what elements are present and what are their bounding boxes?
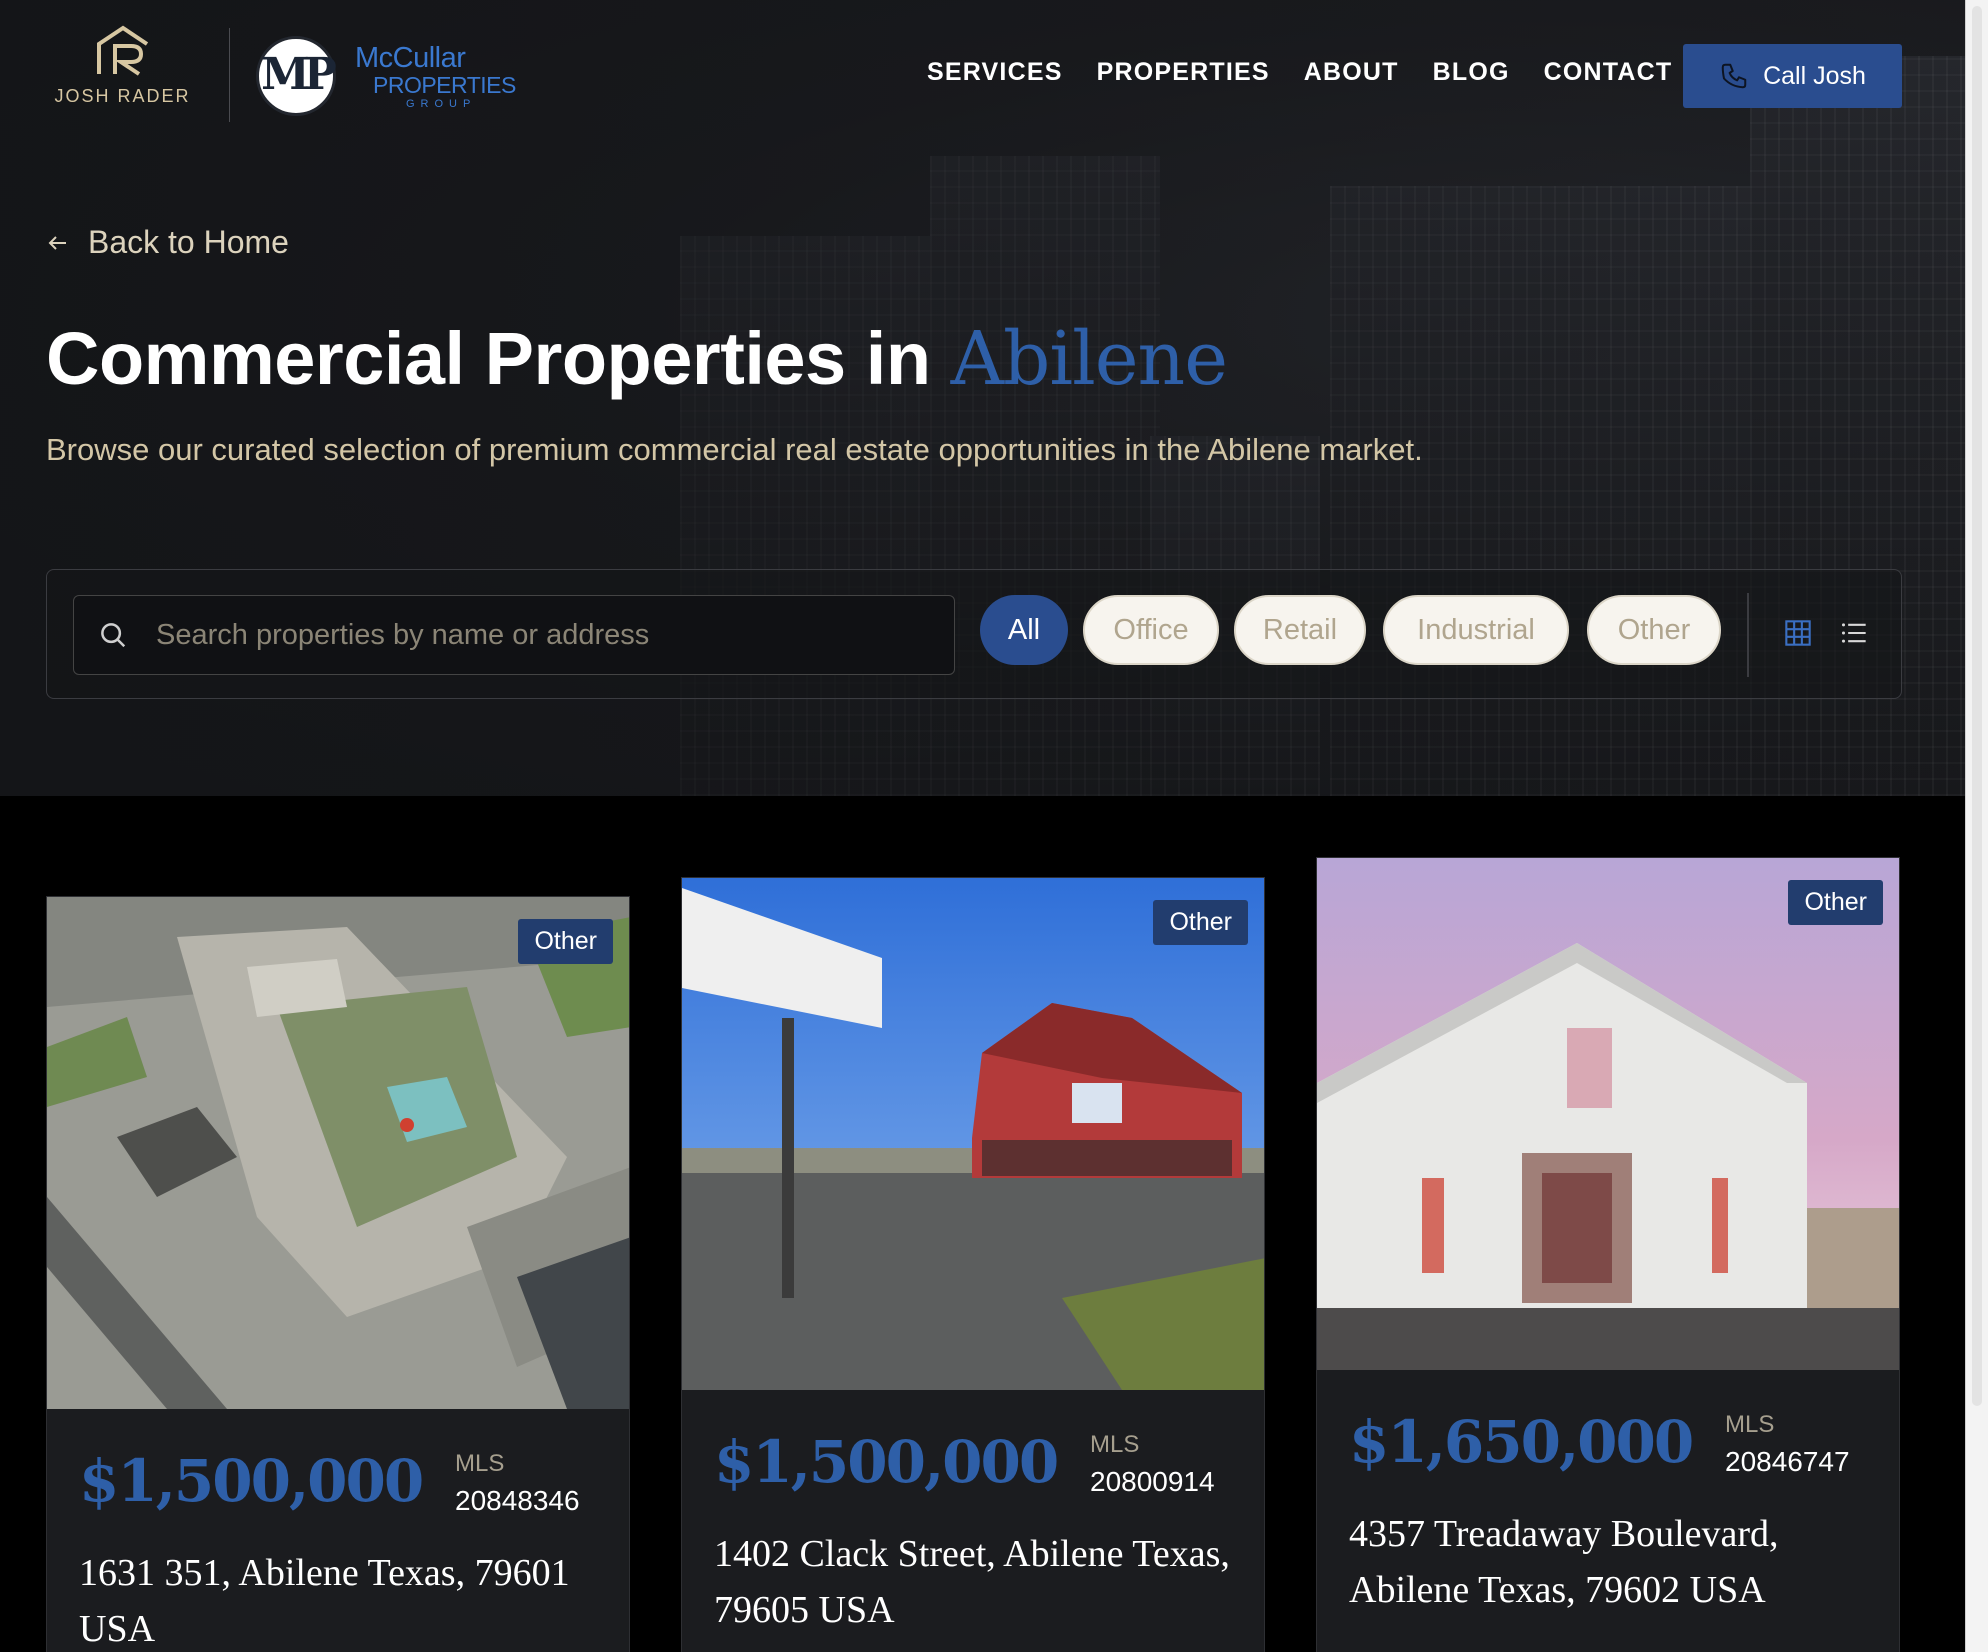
group-wordmark: GROUP <box>406 98 477 110</box>
property-type-badge: Other <box>1788 880 1883 925</box>
mls-label: MLS <box>1725 1411 1775 1438</box>
property-address: 1402 Clack Street, Abilene Texas, 79605 … <box>714 1533 1230 1631</box>
property-price: $1,650,000 <box>1349 1408 1694 1476</box>
mccullar-wordmark: McCullar <box>355 42 466 74</box>
list-view-button[interactable] <box>1836 615 1872 651</box>
search-input[interactable] <box>156 618 936 652</box>
mccullar-properties-logo[interactable]: MP McCullar PROPERTIES GROUP <box>256 32 516 117</box>
nav-link-services[interactable]: SERVICES <box>927 58 1063 87</box>
white-building-property-image <box>1317 858 1899 1370</box>
mls-label: MLS <box>455 1450 505 1477</box>
grid-view-button[interactable] <box>1780 615 1816 651</box>
property-card[interactable]: Other $1,500,000 MLS 20848346 1631 351, … <box>46 896 630 1652</box>
jr-monogram-icon <box>96 25 148 76</box>
filter-chip-industrial[interactable]: Industrial <box>1383 595 1569 665</box>
filter-bar-divider <box>1747 593 1749 677</box>
back-to-home-link[interactable]: Back to Home <box>46 224 289 261</box>
nav-link-blog[interactable]: BLOG <box>1433 58 1510 87</box>
list-view-icon <box>1841 623 1866 643</box>
call-josh-label: Call Josh <box>1763 61 1866 90</box>
property-price: $1,500,000 <box>714 1428 1059 1496</box>
property-card[interactable]: Other $1,500,000 MLS 20800914 1402 Clack… <box>681 877 1265 1652</box>
property-card[interactable]: Other $1,650,000 MLS 20846747 4357 Tread… <box>1316 857 1900 1652</box>
aerial-property-image <box>47 897 629 1409</box>
josh-rader-logo[interactable]: JOSH RADER <box>50 24 195 114</box>
page: JOSH RADER MP McCullar PROPERTIES GROUP … <box>0 0 1965 1652</box>
page-title: Commercial Properties in Abilene <box>46 316 1228 402</box>
josh-rader-wordmark: JOSH RADER <box>54 86 191 106</box>
property-type-badge: Other <box>518 919 613 964</box>
nav-link-about[interactable]: ABOUT <box>1304 58 1399 87</box>
property-type-badge: Other <box>1153 900 1248 945</box>
scrollbar-thumb[interactable] <box>1972 6 1982 1406</box>
nav-link-properties[interactable]: PROPERTIES <box>1097 58 1270 87</box>
call-josh-button[interactable]: Call Josh <box>1683 44 1902 108</box>
property-photo[interactable] <box>682 878 1264 1390</box>
phone-icon <box>1721 63 1747 89</box>
page-title-prefix: Commercial Properties in <box>46 317 951 400</box>
mls-number: 20848346 <box>455 1485 580 1516</box>
top-nav: JOSH RADER MP McCullar PROPERTIES GROUP … <box>0 0 1965 150</box>
property-address: 1631 351, Abilene Texas, 79601 USA <box>79 1552 570 1650</box>
page-subtitle: Browse our curated selection of premium … <box>46 432 1423 467</box>
property-address: 4357 Treadaway Boulevard, Abilene Texas,… <box>1349 1513 1779 1611</box>
arrow-left-icon <box>48 235 66 250</box>
filter-chip-all[interactable]: All <box>980 595 1068 665</box>
filter-chip-other[interactable]: Other <box>1587 595 1721 665</box>
properties-wordmark: PROPERTIES <box>373 72 516 98</box>
mls-number: 20846747 <box>1725 1446 1850 1477</box>
property-price: $1,500,000 <box>79 1447 424 1515</box>
mls-number: 20800914 <box>1090 1466 1215 1497</box>
search-icon <box>101 623 126 648</box>
window-scrollbar[interactable] <box>1965 0 1988 1652</box>
property-photo[interactable] <box>47 897 629 1409</box>
filter-bar: All Office Retail Industrial Other <box>46 569 1902 699</box>
logo-divider <box>229 28 230 122</box>
search-box <box>73 595 955 675</box>
hero-section: JOSH RADER MP McCullar PROPERTIES GROUP … <box>0 0 1965 796</box>
filter-chip-office[interactable]: Office <box>1083 595 1219 665</box>
property-photo[interactable] <box>1317 858 1899 1370</box>
filter-chip-retail[interactable]: Retail <box>1234 595 1366 665</box>
grid-view-icon <box>1785 620 1811 646</box>
back-to-home-label: Back to Home <box>88 224 289 260</box>
main-menu: SERVICES PROPERTIES ABOUT BLOG CONTACT <box>927 58 1706 87</box>
red-barn-property-image <box>682 878 1264 1390</box>
mp-monogram-icon: MP <box>256 36 337 116</box>
page-title-city: Abilene <box>950 316 1228 402</box>
mls-label: MLS <box>1090 1431 1140 1458</box>
nav-link-contact[interactable]: CONTACT <box>1544 58 1673 87</box>
